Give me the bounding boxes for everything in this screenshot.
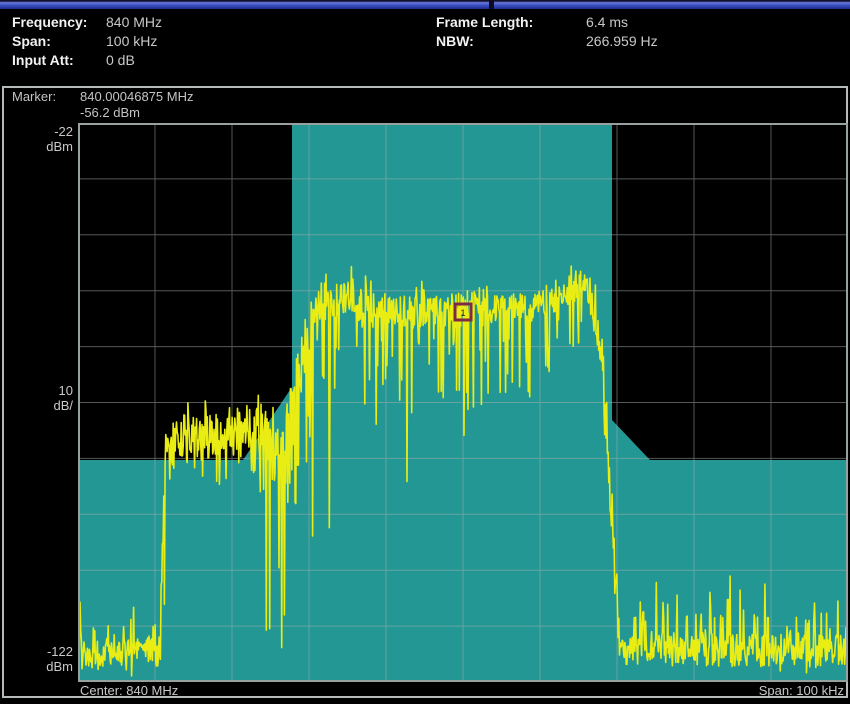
y-axis-bottom-label: -122dBm [9, 644, 73, 674]
titlebar [0, 0, 850, 9]
y-axis-scale-label: 10dB/ [9, 383, 73, 413]
input-att-label: Input Att: [12, 51, 74, 69]
marker-1-number: 1 [460, 308, 465, 318]
nbw-value: 266.959 Hz [586, 32, 658, 50]
y-axis-ref-level-label: -22dBm [9, 124, 73, 154]
marker-freq-value: 840.00046875 MHz [80, 89, 193, 105]
marker-label: Marker: [12, 89, 56, 105]
frame-length-label: Frame Length: [436, 13, 533, 31]
span-value: 100 kHz [106, 32, 157, 50]
frequency-label: Frequency: [12, 13, 87, 31]
spectrum-plot: 1 [78, 123, 848, 682]
marker-level-value: -56.2 dBm [80, 105, 140, 121]
span-annotation: Span: 100 kHz [759, 684, 844, 698]
center-frequency-annotation: Center: 840 MHz [80, 684, 178, 698]
frame-length-value: 6.4 ms [586, 13, 628, 31]
input-att-value: 0 dB [106, 51, 135, 69]
titlebar-divider [489, 0, 494, 9]
frequency-value: 840 MHz [106, 13, 162, 31]
span-label: Span: [12, 32, 51, 50]
analyzer-screen: Frequency: 840 MHz Span: 100 kHz Input A… [0, 0, 850, 704]
nbw-label: NBW: [436, 32, 474, 50]
